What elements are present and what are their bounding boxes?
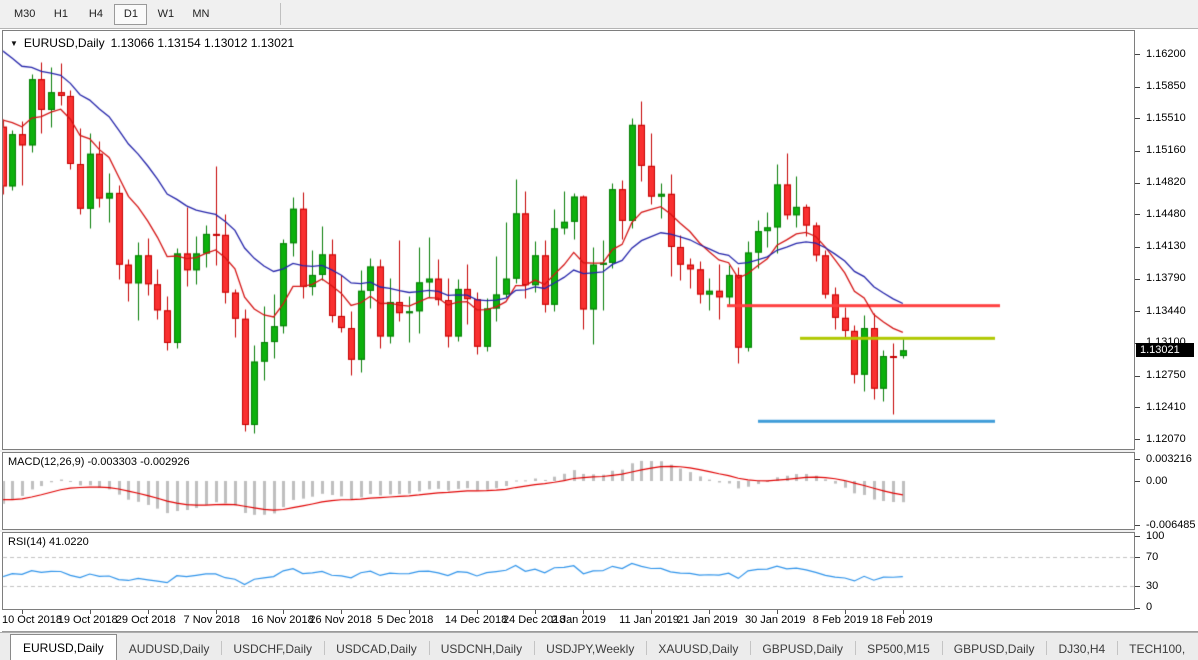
chart-tab-usdcnh-daily[interactable]: USDCNH,Daily [429, 637, 534, 660]
date-axis-tick [535, 610, 536, 614]
price-axis-label: 1.13790 [1146, 272, 1186, 284]
price-axis-label: 1.12750 [1146, 369, 1186, 381]
date-axis-label: 7 Nov 2018 [184, 614, 240, 626]
date-axis-tick [409, 610, 410, 614]
price-axis-label: 1.15160 [1146, 144, 1186, 156]
rsi-axis-label: 100 [1146, 530, 1164, 542]
chart-tab-sp500-m15[interactable]: SP500,M15 [855, 637, 942, 660]
date-axis-label: 2 Jan 2019 [551, 614, 605, 626]
symbol-dropdown-icon[interactable]: ▼ [10, 39, 18, 48]
price-axis-label: 1.14480 [1146, 208, 1186, 220]
chart-symbol-label: EURUSD,Daily [24, 36, 105, 50]
price-axis-tick [1135, 376, 1140, 377]
date-axis-label: 29 Oct 2018 [116, 614, 176, 626]
price-axis-tick [1135, 151, 1140, 152]
date-axis-label: 19 Oct 2018 [58, 614, 118, 626]
price-axis-label: 1.15850 [1146, 80, 1186, 92]
date-axis-tick [903, 610, 904, 614]
date-axis-tick [90, 610, 91, 614]
date-axis-tick [777, 610, 778, 614]
price-axis-label: 1.15510 [1146, 112, 1186, 124]
price-axis-label: 1.12070 [1146, 433, 1186, 445]
rsi-axis-tick [1135, 608, 1140, 609]
price-axis-label: 1.13440 [1146, 305, 1186, 317]
price-axis-tick [1135, 279, 1140, 280]
macd-axis-tick [1135, 481, 1140, 482]
price-axis-tick [1135, 439, 1140, 440]
date-axis-label: 16 Nov 2018 [251, 614, 313, 626]
chart-tab-usdchf-daily[interactable]: USDCHF,Daily [221, 637, 324, 660]
chart-tab-audusd-daily[interactable]: AUDUSD,Daily [117, 637, 222, 660]
macd-axis-label: 0.003216 [1146, 453, 1192, 465]
date-axis-label: 21 Jan 2019 [677, 614, 738, 626]
price-axis-tick [1135, 407, 1140, 408]
terminal-window: M30H1H4D1W1MN ▼ EURUSD,Daily 1.13066 1.1… [0, 0, 1198, 660]
date-axis-tick [148, 610, 149, 614]
chart-title: ▼ EURUSD,Daily 1.13066 1.13154 1.13012 1… [10, 36, 294, 50]
date-axis-label: 26 Nov 2018 [309, 614, 371, 626]
price-axis-tick [1135, 87, 1140, 88]
date-axis-label: 5 Dec 2018 [377, 614, 433, 626]
price-axis-label: 1.12410 [1146, 401, 1186, 413]
current-price-badge: 1.13021 [1136, 343, 1194, 357]
date-axis-label: 18 Feb 2019 [871, 614, 933, 626]
date-axis-label: 30 Jan 2019 [745, 614, 806, 626]
chart-tab-usdcad-daily[interactable]: USDCAD,Daily [324, 637, 429, 660]
date-axis-tick [341, 610, 342, 614]
chart-tab-xauusd-daily[interactable]: XAUUSD,Daily [646, 637, 750, 660]
macd-axis-tick [1135, 525, 1140, 526]
date-axis-label: 14 Dec 2018 [445, 614, 507, 626]
date-axis-tick [709, 610, 710, 614]
chart-canvas[interactable] [0, 0, 1198, 660]
date-axis-label: 8 Feb 2019 [813, 614, 869, 626]
price-axis-tick [1135, 311, 1140, 312]
date-axis-tick [845, 610, 846, 614]
macd-indicator-label: MACD(12,26,9) -0.003303 -0.002926 [8, 456, 190, 468]
price-axis-tick [1135, 118, 1140, 119]
rsi-axis-label: 70 [1146, 551, 1158, 563]
price-axis-label: 1.16200 [1146, 48, 1186, 60]
chart-tab-tech100-[interactable]: TECH100, [1117, 637, 1197, 660]
date-axis-tick [22, 610, 23, 614]
price-axis-tick [1135, 247, 1140, 248]
chart-tab-gbpusd-daily[interactable]: GBPUSD,Daily [942, 637, 1047, 660]
date-axis-tick [583, 610, 584, 614]
price-axis-tick [1135, 183, 1140, 184]
price-axis-tick [1135, 214, 1140, 215]
price-axis-tick [1135, 54, 1140, 55]
date-axis-tick [477, 610, 478, 614]
rsi-axis-label: 30 [1146, 580, 1158, 592]
date-axis-label: 11 Jan 2019 [619, 614, 679, 626]
date-axis-tick [216, 610, 217, 614]
chart-tab-bar: EURUSD,DailyAUDUSD,DailyUSDCHF,DailyUSDC… [0, 632, 1198, 660]
chart-tab-gbpusd-daily[interactable]: GBPUSD,Daily [750, 637, 855, 660]
chart-tab-eurusd-daily[interactable]: EURUSD,Daily [10, 634, 117, 660]
rsi-axis-tick [1135, 586, 1140, 587]
chart-tab-dj30-h4[interactable]: DJ30,H4 [1046, 637, 1117, 660]
date-axis-tick [651, 610, 652, 614]
macd-axis-tick [1135, 459, 1140, 460]
price-axis-label: 1.14130 [1146, 240, 1186, 252]
price-axis-label: 1.14820 [1146, 176, 1186, 188]
rsi-indicator-label: RSI(14) 41.0220 [8, 536, 89, 548]
rsi-axis-tick [1135, 557, 1140, 558]
macd-axis-label: 0.00 [1146, 475, 1167, 487]
rsi-axis-label: 0 [1146, 601, 1152, 613]
chart-ohlc-values: 1.13066 1.13154 1.13012 1.13021 [111, 36, 295, 50]
date-axis-tick [283, 610, 284, 614]
date-axis-label: 10 Oct 2018 [2, 614, 62, 626]
chart-tab-usdjpy-weekly[interactable]: USDJPY,Weekly [534, 637, 646, 660]
rsi-axis-tick [1135, 536, 1140, 537]
